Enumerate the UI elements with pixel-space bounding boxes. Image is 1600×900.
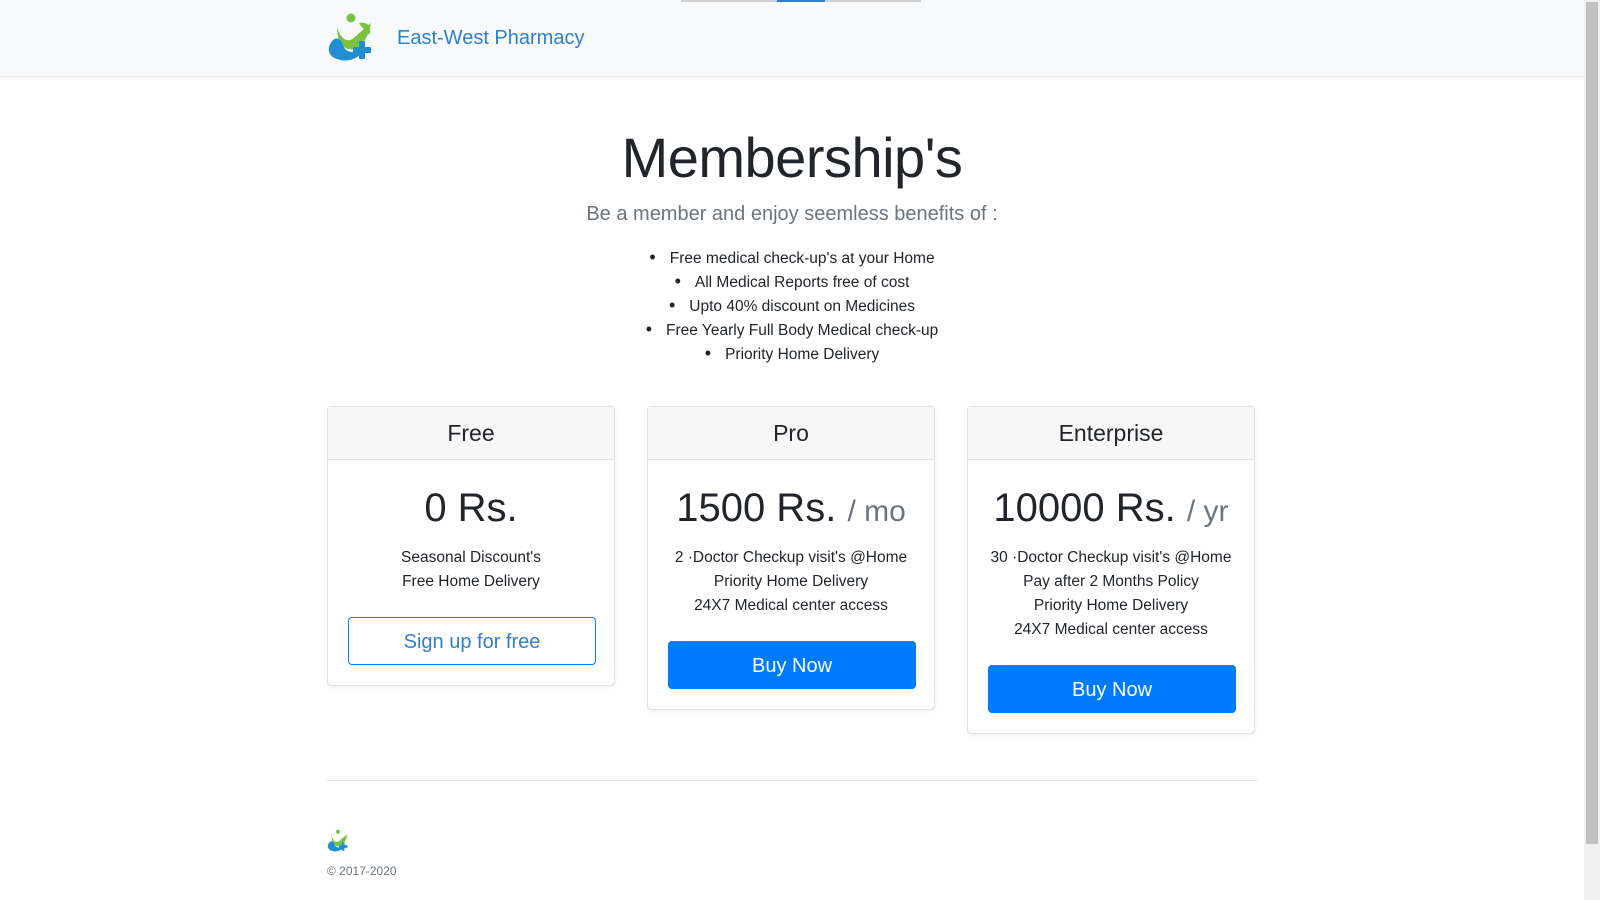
plan-name: Free	[328, 407, 614, 460]
plan-card-enterprise: Enterprise 10000 Rs. / yr 30 ·Doctor Che…	[967, 406, 1255, 734]
scrollbar[interactable]	[1584, 0, 1600, 900]
benefit-item: Free medical check-up's at your Home	[0, 245, 1584, 269]
plan-feature: Pay after 2 Months Policy	[1023, 573, 1199, 590]
price-amount: 0 Rs.	[424, 486, 518, 530]
footer-logo-icon	[327, 829, 348, 852]
page-subtitle: Be a member and enjoy seemless benefits …	[586, 203, 998, 225]
plan-feature: Priority Home Delivery	[1033, 597, 1189, 614]
scrollbar-thumb[interactable]	[1586, 2, 1598, 844]
benefit-item: Priority Home Delivery	[0, 341, 1584, 365]
brand-name: East-West Pharmacy	[397, 26, 585, 49]
sign-up-free-button[interactable]: Sign up for free	[348, 617, 596, 665]
copyright-text: © 2017-2020	[327, 864, 397, 878]
plan-features: Seasonal Discount's Free Home Delivery	[328, 546, 614, 594]
plan-features: 2 ·Doctor Checkup visit's @Home Priority…	[648, 546, 934, 618]
price-amount: 10000 Rs.	[993, 486, 1176, 530]
plan-name: Pro	[648, 407, 934, 460]
price-amount: 1500 Rs.	[676, 486, 837, 530]
top-tab-indicator-active	[777, 0, 825, 2]
plan-features: 30 ·Doctor Checkup visit's @Home Pay aft…	[968, 546, 1254, 642]
benefits-list: Free medical check-up's at your Home All…	[0, 245, 1584, 365]
page-title: Membership's	[621, 126, 963, 189]
brand-link[interactable]: East-West Pharmacy	[327, 13, 584, 63]
plan-feature: Priority Home Delivery	[713, 573, 869, 590]
pharmacy-logo-icon	[328, 13, 371, 61]
plan-card-free: Free 0 Rs. Seasonal Discount's Free Home…	[327, 406, 615, 686]
benefit-item: Free Yearly Full Body Medical check-up	[0, 317, 1584, 341]
plan-feature: Free Home Delivery	[402, 573, 540, 590]
plan-feature: 24X7 Medical center access	[694, 597, 888, 614]
plan-price: 1500 Rs. / mo	[648, 484, 934, 532]
plan-feature: 30 ·Doctor Checkup visit's @Home	[990, 549, 1232, 566]
benefit-item: All Medical Reports free of cost	[0, 269, 1584, 293]
plan-price: 10000 Rs. / yr	[968, 484, 1254, 532]
plan-feature: Seasonal Discount's	[401, 549, 541, 566]
buy-now-enterprise-button[interactable]: Buy Now	[988, 665, 1236, 713]
buy-now-pro-button[interactable]: Buy Now	[668, 641, 916, 689]
plan-price: 0 Rs.	[328, 484, 614, 532]
plan-feature: 24X7 Medical center access	[1014, 621, 1208, 638]
benefit-item: Upto 40% discount on Medicines	[0, 293, 1584, 317]
plan-card-pro: Pro 1500 Rs. / mo 2 ·Doctor Checkup visi…	[647, 406, 935, 710]
footer-divider	[327, 780, 1257, 781]
plan-feature: 2 ·Doctor Checkup visit's @Home	[674, 549, 908, 566]
plan-name: Enterprise	[968, 407, 1254, 460]
price-period: / yr	[1186, 495, 1229, 528]
price-period: / mo	[847, 495, 906, 528]
top-navbar: East-West Pharmacy	[0, 0, 1584, 77]
